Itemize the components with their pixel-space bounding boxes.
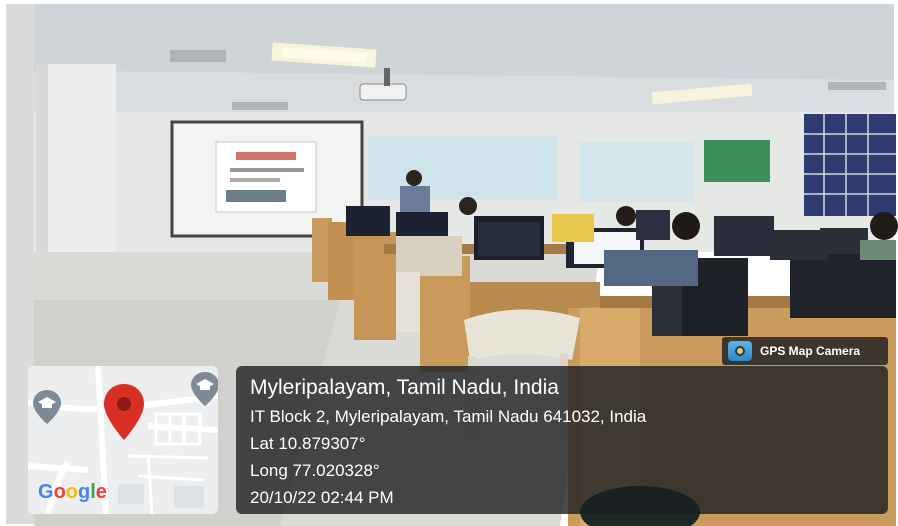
location-info-panel: Myleripalayam, Tamil Nadu, India IT Bloc… (236, 366, 888, 514)
latitude: Lat 10.879307° (250, 434, 366, 453)
longitude: Long 77.020328° (250, 461, 380, 480)
place-name: Myleripalayam, Tamil Nadu, India (250, 376, 559, 399)
gps-map-camera-label: GPS Map Camera (760, 344, 861, 358)
map-pin-icon (104, 384, 144, 440)
graduation-cap-icon (33, 390, 61, 424)
graduation-cap-icon (191, 372, 218, 406)
street-address: IT Block 2, Myleripalayam, Tamil Nadu 64… (250, 407, 647, 426)
timestamp: 20/10/22 02:44 PM (250, 488, 394, 507)
map-thumbnail: Google (28, 366, 218, 514)
google-logo: Google (38, 481, 107, 503)
gps-map-camera-badge: GPS Map Camera (722, 337, 888, 365)
camera-app-icon (728, 341, 752, 361)
